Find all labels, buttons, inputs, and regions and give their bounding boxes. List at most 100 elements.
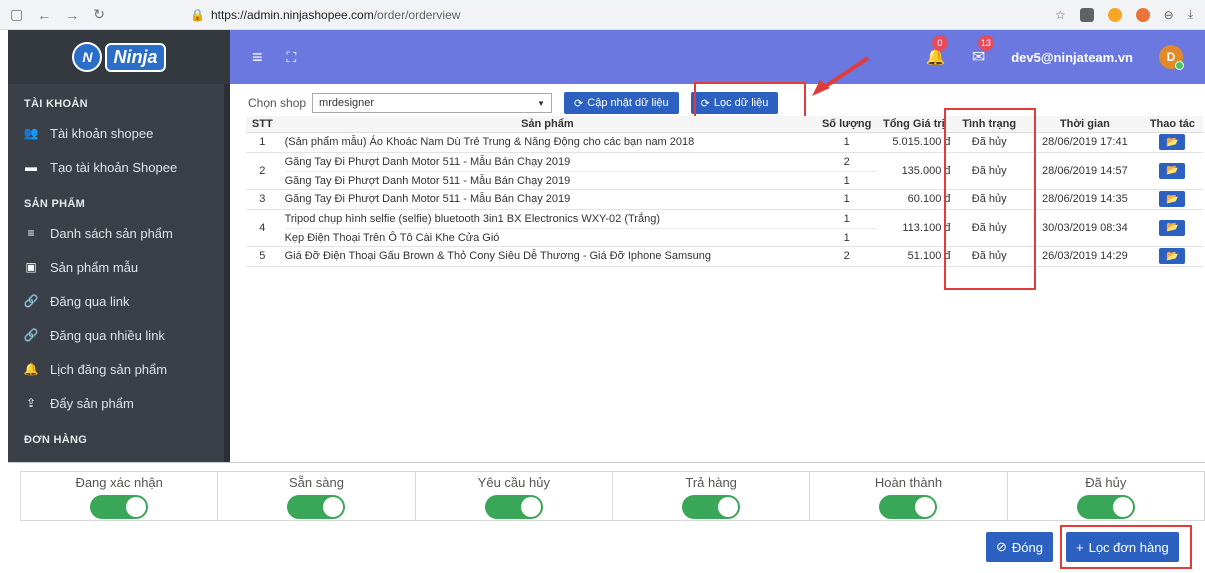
sidebar-menu: TÀI KHOẢN 👥 Tài khoản shopee ▬ Tạo tài khoản… (8, 84, 230, 452)
cell-qty: 1 (816, 189, 878, 210)
cell-products: (Sản phẩm mẫu) Áo Khoác Nam Dù Trẻ Trung… (278, 132, 817, 153)
mail-icon[interactable]: ✉ 13 (972, 35, 994, 67)
cell-total: 60.100 đ (877, 189, 951, 210)
status-toggle-switch[interactable] (1076, 495, 1135, 519)
col-stt[interactable]: STT (246, 116, 279, 133)
product-qty: 1 (816, 170, 878, 189)
cell-stt: 4 (246, 209, 279, 247)
cell-action: 📂 (1141, 152, 1203, 190)
update-data-button[interactable]: ⟳ Cập nhật dữ liệu (564, 92, 679, 114)
url-path: /order/orderview (373, 7, 461, 22)
fullscreen-icon[interactable]: ⛶ (287, 49, 297, 66)
status-toggle-switch[interactable] (484, 495, 543, 519)
sidebar-item[interactable]: ≡ Danh sách sản phẩm (8, 216, 230, 250)
sidebar-item-label: Sản phẩm mẫu (50, 259, 139, 275)
close-button-label: Đóng (1011, 539, 1043, 555)
status-toggle-cell: Đang xác nhận (21, 472, 219, 520)
sidebar-item-label: Tạo tài khoản Shopee (50, 159, 178, 175)
ext-icon[interactable] (1135, 7, 1150, 22)
product-name: Găng Tay Đi Phượt Danh Motor 511 - Mẫu B… (284, 170, 817, 189)
download-ext-icon[interactable] (1079, 7, 1094, 22)
top-header: ≡ ⛶ 🔔 0 ✉ 13 dev5@ninjateam.vn D (230, 30, 1205, 84)
table-row: 1 (Sản phẩm mẫu) Áo Khoác Nam Dù Trẻ Trun… (246, 132, 1203, 153)
logo-mark: N (72, 42, 103, 72)
status-toggle-switch[interactable] (879, 495, 938, 519)
status-toggle-switch[interactable] (287, 495, 346, 519)
col-time[interactable]: Thời gian (1027, 116, 1142, 133)
cell-time: 28/06/2019 14:57 (1027, 152, 1142, 190)
avatar[interactable]: D (1159, 45, 1184, 70)
mail-badge: 13 (977, 35, 994, 51)
cell-total: 113.100 đ (877, 209, 951, 247)
chevron-down-icon: ▼ (537, 98, 546, 108)
table-header-row: STT Sản phẩm Số lượng Tổng Giá trị Tình … (246, 116, 1203, 133)
open-folder-icon[interactable]: 📂 (1159, 248, 1186, 264)
cell-qty: 11 (816, 209, 878, 247)
bell-icon: 🔔 (23, 362, 39, 376)
address-bar[interactable]: 🔒 https://admin.ninjashopee.com/order/or… (190, 8, 460, 22)
cell-stt: 3 (246, 189, 279, 210)
sidebar-item[interactable]: 🔗 Đăng qua nhiều link (8, 318, 230, 352)
logo-text: Ninja (105, 42, 166, 72)
col-total[interactable]: Tổng Giá trị (877, 116, 951, 133)
notification-badge: 0 (931, 35, 948, 51)
col-action[interactable]: Thao tác (1141, 116, 1203, 133)
col-product[interactable]: Sản phẩm (278, 116, 817, 133)
status-toggle-switch[interactable] (90, 495, 149, 519)
highlight-filter-button (694, 82, 806, 118)
hamburger-menu-icon[interactable]: ≡ (252, 47, 263, 68)
status-toggle-label: Đã hủy (1085, 475, 1127, 490)
sidebar-item[interactable]: ⇪ Đẩy sản phẩm (8, 386, 230, 420)
open-folder-icon[interactable]: 📂 (1159, 162, 1186, 179)
sidebar-item[interactable]: 🔗 Đăng qua link (8, 284, 230, 318)
upload-icon: ⇪ (25, 396, 37, 410)
status-toggle-cell: Đã hủy (1008, 472, 1204, 520)
link-icon: 🔗 (23, 294, 39, 308)
tab-icon[interactable]: ▢ (10, 6, 23, 23)
sidebar-item[interactable]: 🔔 Lịch đăng sản phẩm (8, 352, 230, 386)
cell-total: 51.100 đ (877, 246, 951, 267)
close-button[interactable]: ⊘ Đóng (986, 532, 1053, 562)
cell-time: 30/03/2019 08:34 (1027, 209, 1142, 247)
user-email[interactable]: dev5@ninjateam.vn (1011, 50, 1133, 65)
sidebar-item[interactable]: 👥 Tài khoản shopee (8, 116, 230, 150)
browser-nav: ▢ ← → ↻ (0, 6, 190, 23)
notification-bell-icon[interactable]: 🔔 0 (926, 35, 948, 67)
download-icon[interactable]: ⤓ (1188, 7, 1193, 22)
open-folder-icon[interactable]: 📂 (1159, 134, 1186, 150)
logo-area[interactable]: N Ninja (8, 30, 230, 84)
sidebar-item-label: Danh sách sản phẩm (50, 225, 173, 241)
open-folder-icon[interactable]: 📂 (1159, 191, 1186, 207)
status-toggle-label: Trả hàng (685, 475, 737, 490)
sidebar-item[interactable]: ▬ Tạo tài khoản Shopee (8, 150, 230, 184)
status-toggles: Đang xác nhận Sẵn sàng Yêu cầu hủy Trả hàng… (20, 471, 1205, 521)
status-toggle-switch[interactable] (682, 495, 741, 519)
shop-select-value: mrdesigner (319, 97, 375, 109)
sidebar-item-label: Lịch đăng sản phẩm (50, 361, 168, 377)
logo: N Ninja (72, 42, 166, 72)
col-qty[interactable]: Số lượng (816, 116, 878, 133)
star-icon[interactable]: ☆ (1055, 8, 1066, 22)
cell-products: Giá Đỡ Điện Thoại Gấu Brown & Thỏ Cony S… (278, 246, 817, 267)
chrome-ext-icon[interactable] (1107, 7, 1122, 22)
status-toggle-label: Sẵn sàng (289, 475, 344, 490)
list-icon: ≡ (27, 226, 35, 240)
forward-icon[interactable]: → (65, 7, 79, 23)
sidebar-item[interactable]: ▣ Sản phẩm mẫu (8, 250, 230, 284)
open-folder-icon[interactable]: 📂 (1159, 219, 1186, 236)
header-right: 🔔 0 ✉ 13 dev5@ninjateam.vn D (926, 35, 1205, 70)
sidebar-section-title: TÀI KHOẢN (24, 98, 88, 110)
sidebar-item-label: Tài khoản shopee (50, 125, 154, 141)
product-qty: 2 (843, 250, 850, 262)
shop-select[interactable]: mrdesigner ▼ (312, 93, 553, 113)
lock-icon: 🔒 (190, 7, 205, 22)
table-row: 4 Tripod chụp hình selfie (selfie) blueto… (246, 209, 1203, 247)
back-icon[interactable]: ← (37, 7, 51, 23)
cell-stt: 1 (246, 132, 279, 153)
refresh-icon: ⟳ (574, 97, 584, 110)
sidebar-scrollbar[interactable] (224, 84, 230, 463)
account-icon[interactable]: ⊖ (1164, 8, 1174, 22)
product-qty: 1 (816, 227, 878, 246)
highlight-status-column (944, 108, 1036, 290)
reload-icon[interactable]: ↻ (93, 6, 105, 23)
